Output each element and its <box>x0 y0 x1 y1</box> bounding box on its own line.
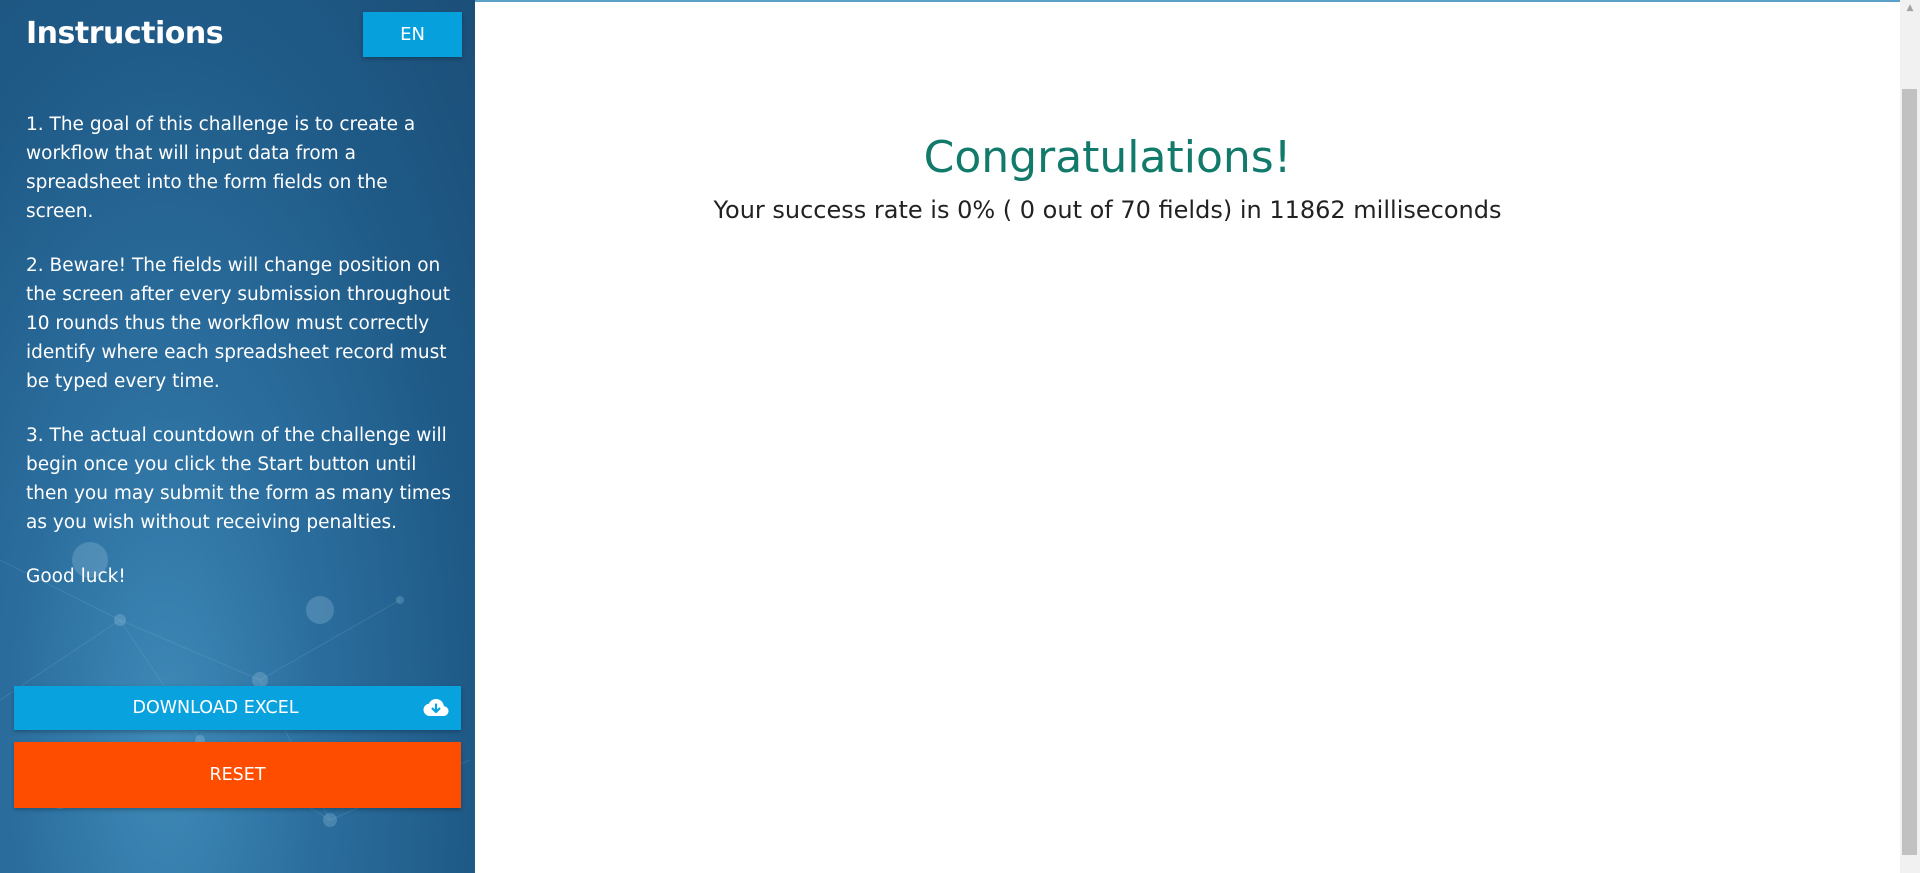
good-luck-text: Good luck! <box>26 566 126 587</box>
download-excel-button[interactable]: DOWNLOAD EXCEL <box>14 686 461 730</box>
instructions-list: 1. The goal of this challenge is to crea… <box>26 110 456 616</box>
scroll-up-arrow-icon[interactable]: ▲ <box>1900 0 1920 17</box>
instruction-item: 3. The actual countdown of the challenge… <box>26 425 451 533</box>
main-content: Congratulations! Your success rate is 0%… <box>475 0 1900 873</box>
vertical-scrollbar[interactable]: ▲ <box>1900 0 1920 873</box>
cloud-download-icon <box>423 699 449 716</box>
page: Instructions EN 1. The goal of this chal… <box>0 0 1920 873</box>
top-divider <box>475 0 1900 2</box>
instructions-sidebar: Instructions EN 1. The goal of this chal… <box>0 0 475 873</box>
instruction-item: 2. Beware! The fields will change positi… <box>26 255 451 392</box>
congratulations-heading: Congratulations! <box>923 132 1292 183</box>
language-button[interactable]: EN <box>363 12 462 57</box>
reset-button[interactable]: RESET <box>14 742 461 808</box>
instruction-item: 1. The goal of this challenge is to crea… <box>26 114 416 222</box>
sidebar-title: Instructions <box>26 16 224 51</box>
success-rate-text: Your success rate is 0% ( 0 out of 70 fi… <box>713 196 1502 224</box>
scrollbar-thumb[interactable] <box>1902 89 1917 855</box>
download-excel-label: DOWNLOAD EXCEL <box>132 698 299 718</box>
